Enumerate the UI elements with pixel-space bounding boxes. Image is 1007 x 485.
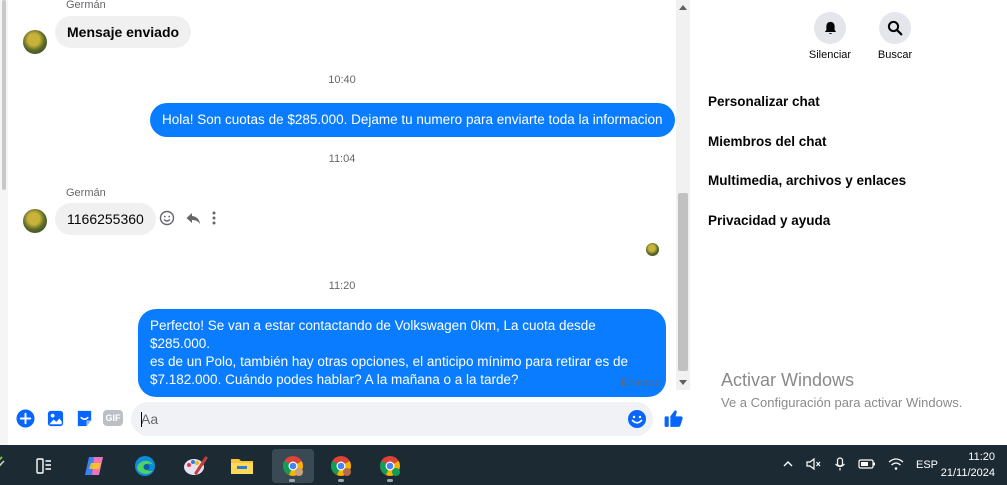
- read-receipt-avatar: [646, 243, 659, 256]
- gif-label: GIF: [103, 410, 123, 426]
- sender-name: Germán: [66, 187, 106, 199]
- mute-label: Silenciar: [808, 49, 852, 61]
- timestamp: 11:04: [328, 153, 356, 165]
- chrome-profile-3-icon[interactable]: [370, 449, 410, 483]
- chat-scrollbar-thumb[interactable]: [678, 193, 688, 371]
- menu-chat-members[interactable]: Miembros del chat: [708, 134, 827, 149]
- sender-name: Germán: [66, 0, 106, 11]
- text-caret: [141, 412, 142, 427]
- menu-media-files-links[interactable]: Multimedia, archivos y enlaces: [708, 173, 906, 188]
- search-label: Buscar: [877, 49, 913, 61]
- message-line: $7.182.000. Cuándo podes hablar? A la ma…: [150, 372, 519, 387]
- mute-button-circle[interactable]: [814, 12, 846, 44]
- thumbs-up-icon[interactable]: [662, 406, 684, 430]
- running-indicator: [289, 479, 295, 482]
- task-view-icon[interactable]: [24, 449, 64, 483]
- left-scrollbar[interactable]: [0, 0, 8, 445]
- search-icon: [887, 20, 903, 36]
- message-bubble-outgoing[interactable]: Hola! Son cuotas de $285.000. Dejame tu …: [150, 103, 675, 137]
- more-options-icon[interactable]: [211, 210, 217, 226]
- running-indicator: [387, 479, 393, 482]
- chrome-profile-1-icon[interactable]: [272, 449, 314, 483]
- wifi-icon[interactable]: [888, 457, 904, 474]
- plus-icon[interactable]: [15, 408, 35, 428]
- message-line: es de un Polo, también hay otras opcione…: [150, 354, 629, 369]
- timestamp: 11:20: [328, 280, 356, 292]
- system-tray: ESP: [782, 445, 938, 485]
- delivery-status: Enviado: [621, 377, 661, 389]
- message-line: Perfecto! Se van a estar contactando de …: [150, 318, 596, 351]
- running-indicator: [338, 479, 344, 482]
- avatar[interactable]: [23, 209, 47, 233]
- image-icon[interactable]: [45, 408, 65, 428]
- avatar[interactable]: [23, 30, 47, 54]
- menu-customize-chat[interactable]: Personalizar chat: [708, 94, 820, 109]
- activation-watermark-subtitle: Ve a Configuración para activar Windows.: [721, 395, 963, 410]
- taskbar-clock[interactable]: 11:20 21/11/2024: [941, 449, 995, 481]
- left-scrollbar-thumb[interactable]: [2, 0, 6, 190]
- chat-thread: Germán Mensaje enviado 10:40 Hola! Son c…: [8, 0, 676, 398]
- microphone-icon[interactable]: [834, 456, 846, 474]
- bell-icon: [824, 21, 836, 35]
- emoji-icon[interactable]: [627, 409, 647, 434]
- windows-taskbar: ESP 11:20 21/11/2024: [0, 445, 1007, 485]
- messenger-window: Germán Mensaje enviado 10:40 Hola! Son c…: [0, 0, 1007, 485]
- file-explorer-icon[interactable]: [222, 449, 262, 483]
- chevron-up-icon[interactable]: [782, 458, 794, 473]
- chrome-profile-2-icon[interactable]: [321, 449, 361, 483]
- language-indicator[interactable]: ESP: [916, 459, 938, 471]
- copilot-icon[interactable]: [75, 449, 115, 483]
- battery-icon[interactable]: [858, 458, 876, 473]
- menu-privacy-help[interactable]: Privacidad y ayuda: [708, 213, 830, 228]
- mute-button[interactable]: Silenciar: [800, 12, 860, 61]
- message-actions: [159, 210, 217, 226]
- search-button-circle[interactable]: [879, 12, 911, 44]
- pinned-app-icon[interactable]: [0, 449, 12, 483]
- edge-browser-icon[interactable]: [125, 449, 165, 483]
- message-bubble-outgoing[interactable]: Perfecto! Se van a estar contactando de …: [138, 309, 666, 397]
- chat-scrollbar[interactable]: [676, 0, 690, 390]
- clock-date: 21/11/2024: [940, 467, 995, 479]
- react-icon[interactable]: [159, 210, 175, 226]
- timestamp: 10:40: [328, 74, 356, 86]
- search-button[interactable]: Buscar: [865, 12, 925, 61]
- message-input[interactable]: [141, 402, 611, 436]
- sticker-icon[interactable]: [74, 408, 94, 428]
- scroll-up-arrow-icon[interactable]: [679, 5, 687, 10]
- paint-icon[interactable]: [175, 449, 215, 483]
- clock-time: 11:20: [968, 451, 995, 463]
- gif-icon[interactable]: GIF: [102, 408, 124, 428]
- reply-icon[interactable]: [185, 210, 201, 226]
- message-input-box[interactable]: [131, 402, 653, 436]
- scroll-down-arrow-icon[interactable]: [679, 380, 687, 385]
- message-bubble-incoming[interactable]: 1166255360: [55, 203, 156, 235]
- speaker-muted-icon[interactable]: [806, 457, 822, 474]
- message-composer: GIF: [8, 398, 690, 442]
- activation-watermark-title: Activar Windows: [721, 370, 855, 390]
- message-bubble-incoming[interactable]: Mensaje enviado: [55, 16, 192, 48]
- chat-details-panel: Silenciar Buscar Personalizar chat Miemb…: [693, 0, 1007, 445]
